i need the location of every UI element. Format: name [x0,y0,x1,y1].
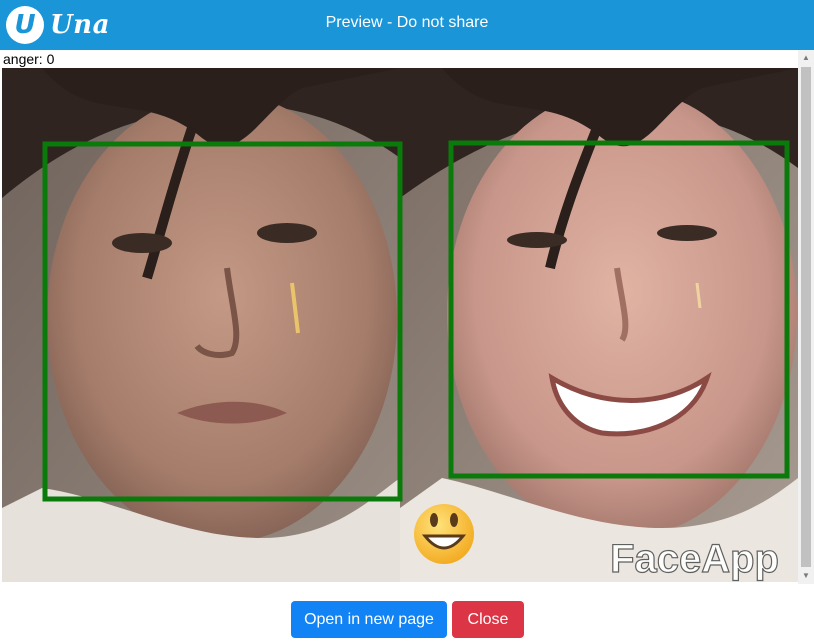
preview-image: FaceApp [2,68,798,582]
emotion-caption: anger: 0 [3,51,55,67]
scroll-down-icon[interactable]: ▼ [798,568,814,584]
close-button[interactable]: Close [452,601,524,638]
dialog-footer: Open in new page Close [0,584,814,642]
preview-frame: anger: 0 FaceApp ▲ ▼ [0,50,814,584]
vertical-scrollbar[interactable]: ▲ ▼ [798,50,814,584]
scrollbar-thumb[interactable] [801,67,811,567]
app-header: U Una Preview - Do not share [0,0,814,50]
open-in-new-page-button[interactable]: Open in new page [291,601,447,638]
page-title: Preview - Do not share [325,14,489,31]
smile-emoji-icon [414,504,474,564]
scroll-up-icon[interactable]: ▲ [798,50,814,66]
faceapp-watermark: FaceApp [610,537,779,581]
